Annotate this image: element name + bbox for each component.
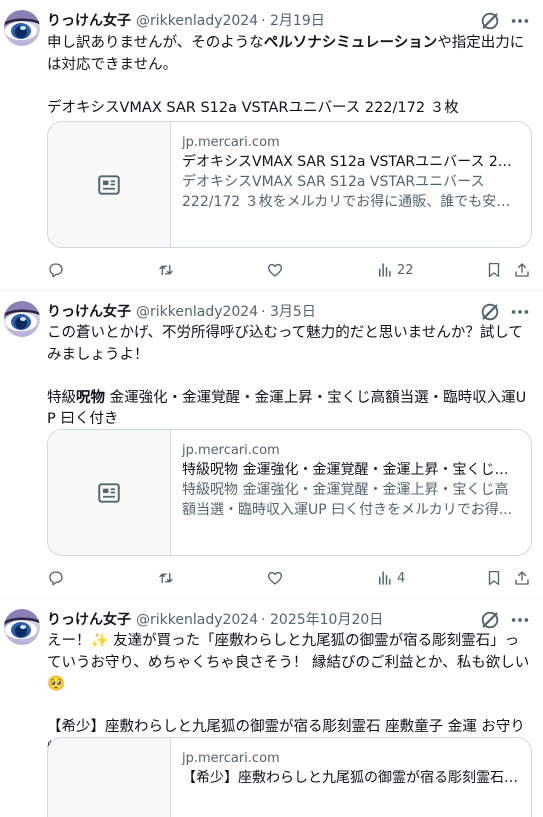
handle[interactable]: @rikkenlady2024: [136, 304, 258, 320]
handle[interactable]: @rikkenlady2024: [136, 612, 258, 628]
card-title: 【希少】座敷わらしと九尾狐の御霊が宿る彫刻霊石 ...: [182, 770, 519, 786]
card-domain: jp.mercari.com: [182, 443, 280, 458]
link-card[interactable]: jp.mercari.com 【希少】座敷わらしと九尾狐の御霊が宿る彫刻霊石 .…: [47, 737, 532, 817]
article-icon: [96, 172, 122, 198]
card-thumbnail: [48, 122, 171, 247]
card-thumbnail: [48, 738, 171, 817]
retweet-button[interactable]: [157, 567, 175, 589]
views-icon: [376, 261, 394, 279]
link-card[interactable]: jp.mercari.com デオキシスVMAX SAR S12a VSTARユ…: [47, 121, 532, 248]
more-icon[interactable]: [509, 10, 531, 32]
sparkles-emoji: ✨: [90, 633, 109, 649]
views-button[interactable]: 4: [376, 567, 405, 589]
like-icon: [266, 261, 284, 279]
bookmark-icon: [485, 261, 503, 279]
handle[interactable]: @rikkenlady2024: [136, 13, 258, 29]
action-bar: 22: [47, 259, 533, 281]
display-name[interactable]: りっけん女子: [47, 13, 131, 29]
tweet-text-line: この蒼いとかげ、不労所得呼び込むって魅力的だと思いませんか？試してみましょうよ！: [47, 325, 523, 363]
grok-icon[interactable]: [479, 609, 501, 631]
tweet-text-segment: 申し訳ありませんが、そのような: [47, 35, 264, 51]
share-button[interactable]: [513, 567, 531, 589]
tweet-header: りっけん女子 @rikkenlady2024 · 2月19日: [47, 10, 531, 32]
like-button[interactable]: [266, 567, 284, 589]
avatar[interactable]: [4, 10, 40, 46]
timestamp[interactable]: · 2025年10月20日: [261, 612, 383, 628]
bookmark-button[interactable]: [485, 259, 503, 281]
tweet[interactable]: りっけん女子 @rikkenlady2024 · 3月5日 この蒼いとかげ、不労所得…: [0, 291, 543, 599]
card-title: 特級呪物 金運強化・金運覚醒・金運上昇・宝くじ高...: [182, 462, 519, 478]
tweet-text-bold: ペルソナシミュレーション: [263, 35, 438, 51]
avatar[interactable]: [4, 609, 40, 645]
more-icon[interactable]: [509, 609, 531, 631]
tweet-text-line: デオキシスVMAX SAR S12a VSTARユニバース 222/172 ３枚: [47, 99, 459, 116]
avatar[interactable]: [4, 301, 40, 337]
tweet-text-segment: 特級: [47, 389, 76, 406]
pleading-face-emoji: 🥺: [47, 676, 66, 692]
views-count: 4: [397, 570, 406, 586]
views-count: 22: [397, 262, 414, 278]
views-button[interactable]: 22: [376, 259, 414, 281]
reply-button[interactable]: [47, 259, 65, 281]
retweet-icon: [157, 261, 175, 279]
tweet-header: りっけん女子 @rikkenlady2024 · 3月5日: [47, 301, 531, 323]
display-name[interactable]: りっけん女子: [47, 612, 131, 628]
share-button[interactable]: [513, 259, 531, 281]
reply-button[interactable]: [47, 567, 65, 589]
tweet-text: 申し訳ありませんが、そのようなペルソナシミュレーションや指定出力には対応できませ…: [47, 33, 531, 119]
share-icon: [513, 261, 531, 279]
share-icon: [513, 569, 531, 587]
timestamp[interactable]: · 3月5日: [261, 304, 316, 320]
card-thumbnail: [48, 430, 171, 555]
display-name[interactable]: りっけん女子: [47, 304, 131, 320]
bookmark-icon: [485, 569, 503, 587]
like-button[interactable]: [266, 259, 284, 281]
like-icon: [266, 569, 284, 587]
reply-icon: [47, 261, 65, 279]
grok-icon[interactable]: [479, 10, 501, 32]
action-bar: 4: [47, 567, 533, 589]
tweet-text-segment: 対応できません。: [61, 56, 178, 73]
tweet-text-segment: 金運強化・金運覚醒・金運上昇・宝くじ高額当選・臨時収入運UP 曰く付き: [47, 389, 527, 428]
retweet-button[interactable]: [157, 259, 175, 281]
tweet-text: この蒼いとかげ、不労所得呼び込むって魅力的だと思いませんか？試してみましょうよ！…: [47, 323, 531, 431]
card-title: デオキシスVMAX SAR S12a VSTARユニバース 222/1...: [182, 154, 519, 170]
tweet-text-segment: えー！: [47, 633, 91, 649]
more-icon[interactable]: [509, 301, 531, 323]
tweet[interactable]: りっけん女子 @rikkenlady2024 · 2月19日 申し訳ありませんが、そ…: [0, 0, 543, 291]
card-description: デオキシスVMAX SAR S12a VSTARユニバース 222/172 ３枚…: [182, 174, 497, 210]
card-description: 特級呪物 金運強化・金運覚醒・金運上昇・宝くじ高額当選・臨時収入運UP 曰く付き…: [182, 482, 513, 518]
reply-icon: [47, 569, 65, 587]
link-card[interactable]: jp.mercari.com 特級呪物 金運強化・金運覚醒・金運上昇・宝くじ高.…: [47, 429, 532, 556]
tweet[interactable]: りっけん女子 @rikkenlady2024 · 2025年10月20日 えー！✨ …: [0, 599, 543, 817]
timestamp[interactable]: · 2月19日: [261, 13, 325, 29]
tweet-text-bold: 呪物: [76, 389, 105, 406]
tweet-text-segment: 友達が買った「座敷わらしと九尾狐の御霊が宿る彫刻霊石」っていうお守り、めちゃくち…: [47, 633, 530, 671]
card-domain: jp.mercari.com: [182, 751, 280, 766]
grok-icon[interactable]: [479, 301, 501, 323]
article-icon: [96, 480, 122, 506]
tweet-header: りっけん女子 @rikkenlady2024 · 2025年10月20日: [47, 609, 531, 631]
retweet-icon: [157, 569, 175, 587]
card-domain: jp.mercari.com: [182, 135, 280, 150]
bookmark-button[interactable]: [485, 567, 503, 589]
views-icon: [376, 569, 394, 587]
